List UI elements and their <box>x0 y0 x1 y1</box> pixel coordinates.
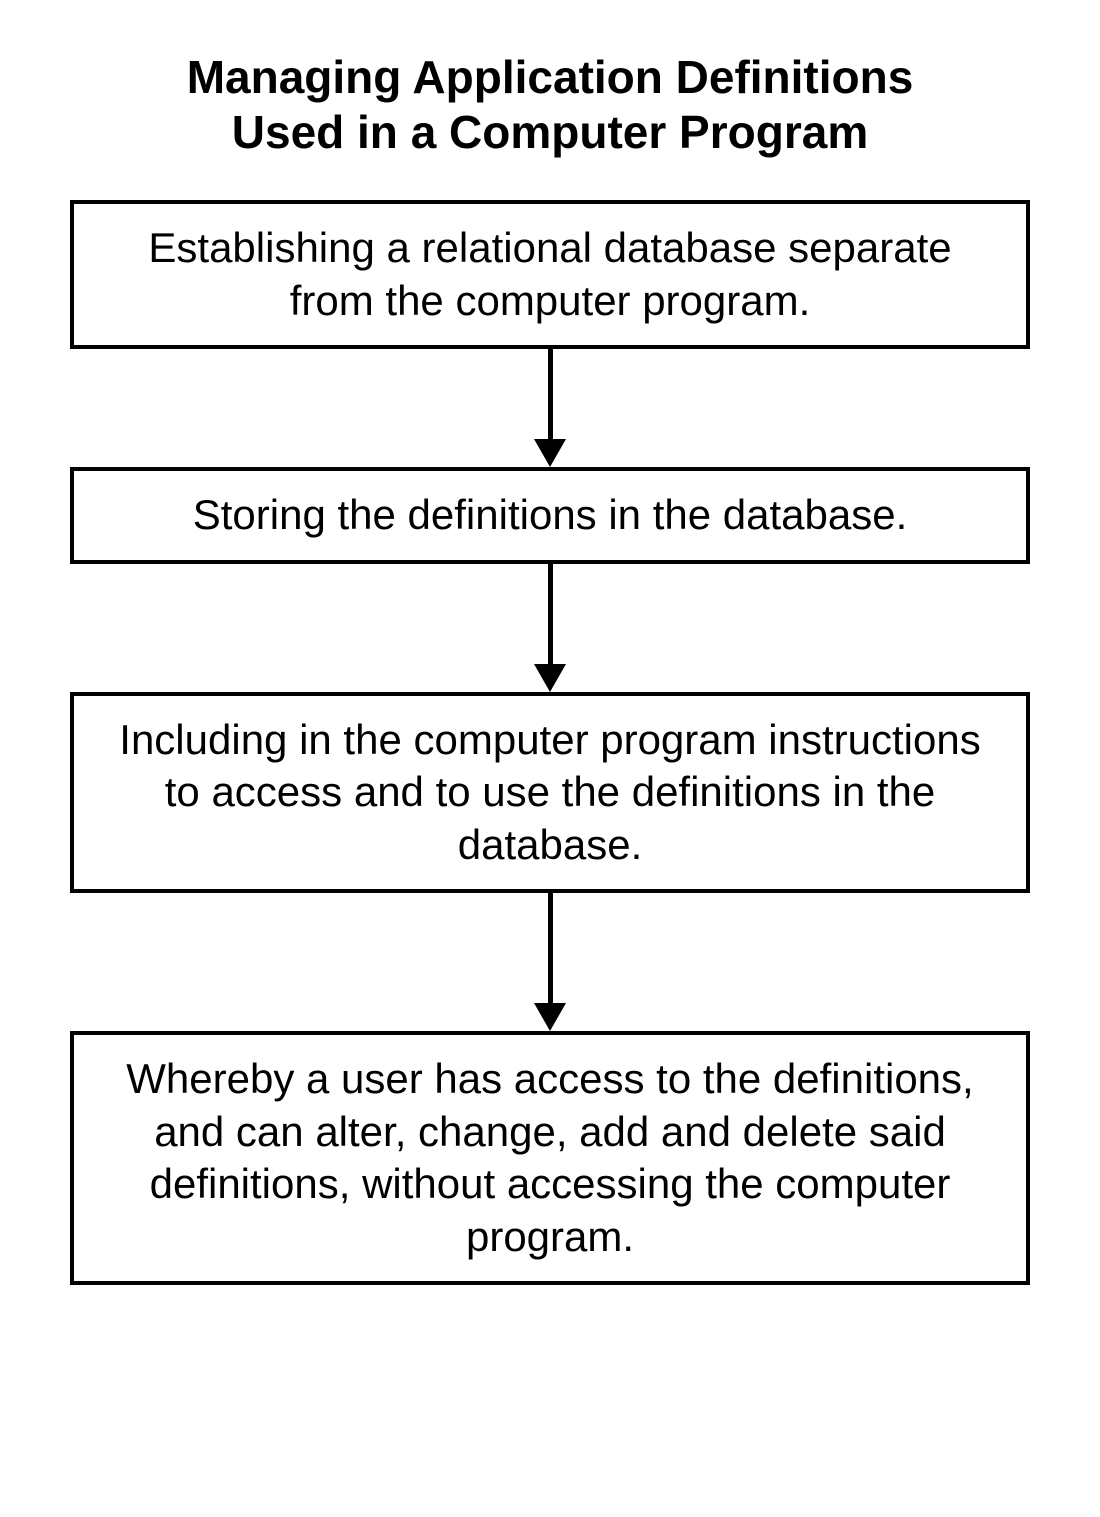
arrow-head-icon <box>534 664 566 692</box>
arrow-3 <box>534 893 566 1031</box>
diagram-title: Managing Application Definitions Used in… <box>187 50 914 160</box>
flow-box-3: Including in the computer program instru… <box>70 692 1030 894</box>
flow-box-4: Whereby a user has access to the definit… <box>70 1031 1030 1285</box>
arrow-2 <box>534 564 566 692</box>
flow-box-4-text: Whereby a user has access to the definit… <box>126 1055 973 1260</box>
flow-box-1: Establishing a relational database separ… <box>70 200 1030 349</box>
flow-box-3-text: Including in the computer program instru… <box>119 716 980 868</box>
arrow-head-icon <box>534 1003 566 1031</box>
arrow-head-icon <box>534 439 566 467</box>
title-line-2: Used in a Computer Program <box>232 106 868 158</box>
flow-box-2-text: Storing the definitions in the database. <box>193 491 908 538</box>
arrow-line-icon <box>548 349 553 439</box>
flow-box-2: Storing the definitions in the database. <box>70 467 1030 564</box>
arrow-line-icon <box>548 564 553 664</box>
flow-box-1-text: Establishing a relational database separ… <box>148 224 951 324</box>
title-line-1: Managing Application Definitions <box>187 51 914 103</box>
arrow-line-icon <box>548 893 553 1003</box>
arrow-1 <box>534 349 566 467</box>
